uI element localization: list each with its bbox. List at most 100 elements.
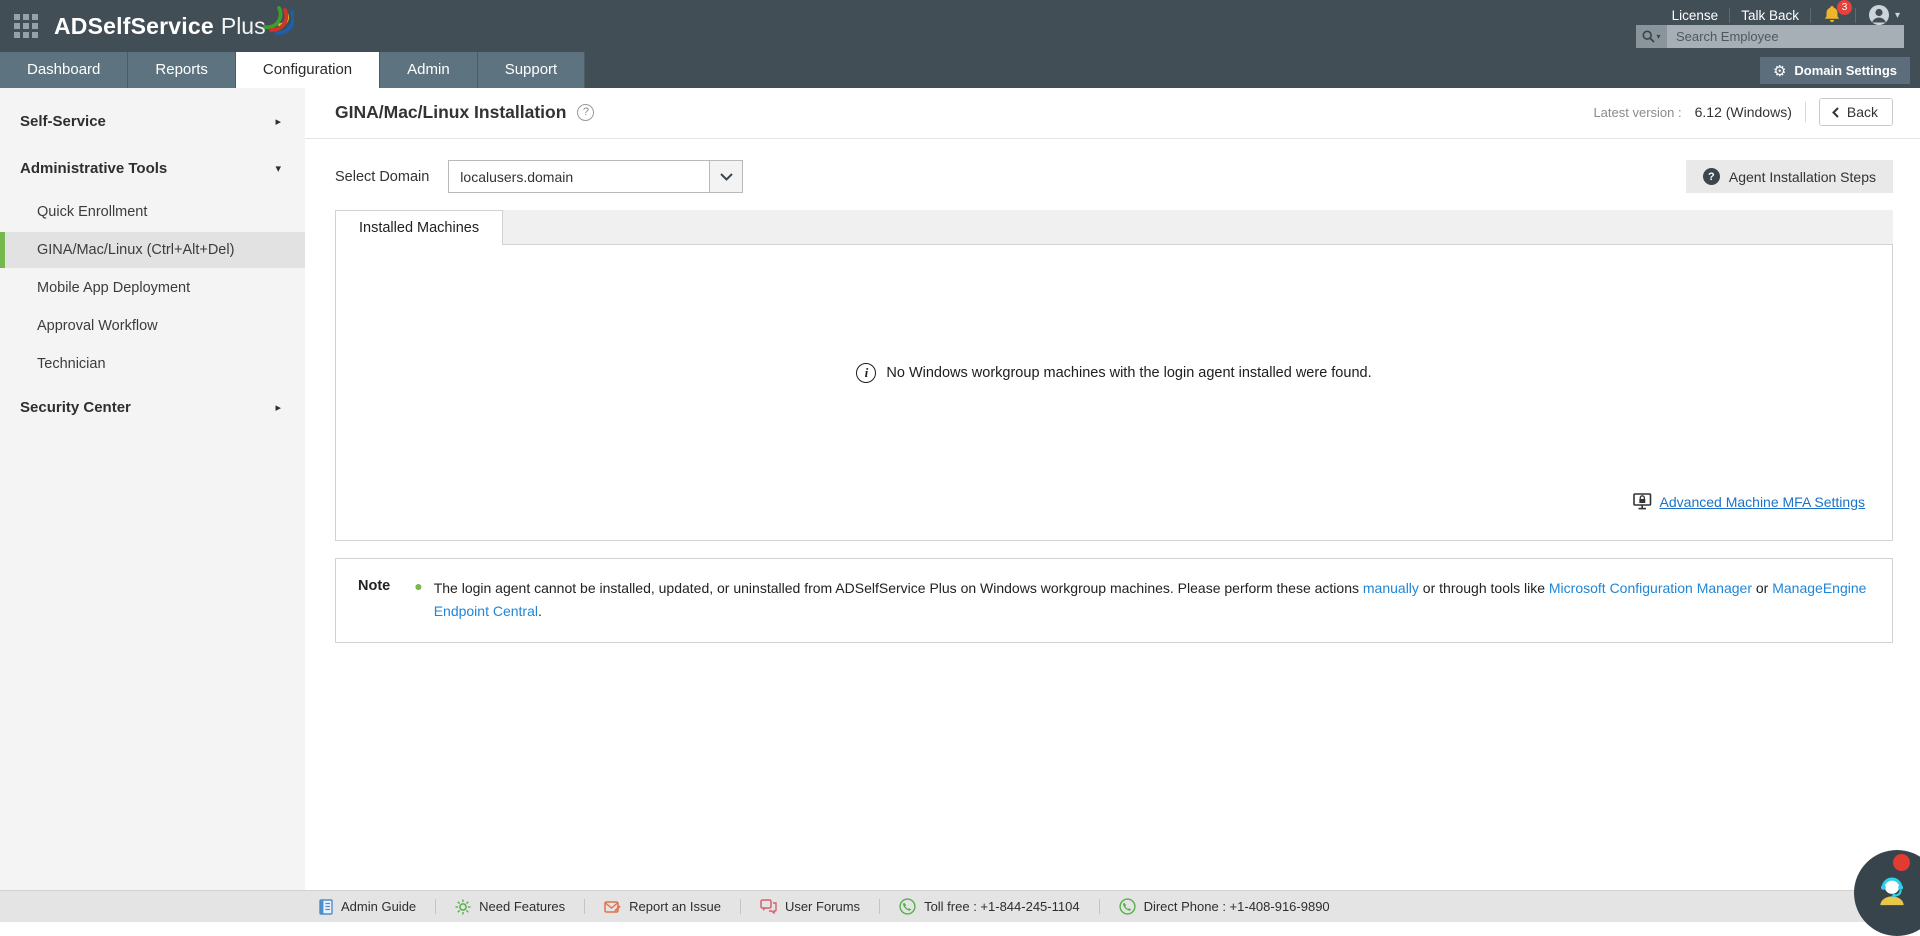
sidebar-item-label: Administrative Tools bbox=[20, 160, 167, 177]
report-issue-icon bbox=[604, 900, 621, 914]
info-icon: i bbox=[856, 363, 876, 383]
domain-select[interactable]: localusers.domain bbox=[448, 160, 743, 193]
tab-configuration[interactable]: Configuration bbox=[236, 52, 380, 88]
footer-link-label: Report an Issue bbox=[629, 899, 721, 914]
question-circle-icon: ? bbox=[1703, 168, 1720, 185]
help-icon[interactable]: ? bbox=[577, 104, 594, 121]
footer-link-label: Need Features bbox=[479, 899, 565, 914]
app-logo-suffix: Plus bbox=[221, 13, 266, 40]
installed-machines-panel: i No Windows workgroup machines with the… bbox=[335, 244, 1893, 541]
sidebar-item-technician[interactable]: Technician bbox=[0, 346, 305, 382]
avatar-icon bbox=[1867, 3, 1891, 27]
empty-state-message: i No Windows workgroup machines with the… bbox=[336, 245, 1892, 383]
divider bbox=[1810, 8, 1811, 23]
domain-settings-button[interactable]: ⚙ Domain Settings bbox=[1760, 57, 1910, 84]
version-and-back: Latest version : 6.12 (Windows) Back bbox=[1593, 98, 1893, 126]
sidebar-item-approval-workflow[interactable]: Approval Workflow bbox=[0, 308, 305, 344]
domain-select-row: Select Domain localusers.domain ? Agent … bbox=[335, 160, 1893, 193]
logo-swoosh-icon bbox=[262, 2, 294, 38]
sidebar-item-mobile-app-deployment[interactable]: Mobile App Deployment bbox=[0, 270, 305, 306]
tab-admin[interactable]: Admin bbox=[380, 52, 478, 88]
page-title-text: GINA/Mac/Linux Installation bbox=[335, 102, 566, 123]
footer-link-label: User Forums bbox=[785, 899, 860, 914]
tab-reports[interactable]: Reports bbox=[128, 52, 236, 88]
tab-dashboard[interactable]: Dashboard bbox=[0, 52, 128, 88]
chevron-down-icon: ▾ bbox=[1656, 32, 1660, 41]
footer-link-label: Direct Phone : +1-408-916-9890 bbox=[1144, 899, 1330, 914]
note-text-segment: or through tools like bbox=[1419, 580, 1549, 596]
search-scope-button[interactable]: ▾ bbox=[1636, 25, 1667, 48]
phone-icon bbox=[899, 898, 916, 915]
sidebar-item-security-center[interactable]: Security Center ▸ bbox=[0, 384, 305, 431]
bullet-icon: ● bbox=[414, 577, 422, 622]
sidebar-item-gina-mac-linux[interactable]: GINA/Mac/Linux (Ctrl+Alt+Del) bbox=[0, 232, 305, 268]
chevron-down-icon bbox=[720, 173, 733, 181]
domain-select-group: Select Domain localusers.domain bbox=[335, 160, 743, 193]
employee-search: ▾ bbox=[1636, 25, 1904, 48]
main-navigation: Dashboard Reports Configuration Admin Su… bbox=[0, 52, 1920, 88]
latest-version-value: 6.12 (Windows) bbox=[1695, 104, 1792, 120]
chevron-right-icon: ▸ bbox=[275, 115, 281, 128]
domain-settings-label: Domain Settings bbox=[1794, 63, 1897, 78]
forums-icon bbox=[760, 899, 777, 914]
search-input[interactable] bbox=[1667, 25, 1904, 48]
tab-strip: Installed Machines bbox=[335, 210, 1893, 244]
notification-count-badge: 3 bbox=[1837, 0, 1852, 15]
back-button-label: Back bbox=[1847, 104, 1878, 120]
chevron-down-icon: ▾ bbox=[1895, 10, 1900, 21]
topbar-utility-links: License Talk Back 3 ▾ bbox=[1672, 3, 1900, 27]
toll-free-phone[interactable]: Toll free : +1-844-245-1104 bbox=[880, 898, 1099, 915]
sidebar-item-self-service[interactable]: Self-Service ▸ bbox=[0, 98, 305, 145]
brand: ADSelfService Plus bbox=[14, 0, 294, 52]
sidebar-item-label: Self-Service bbox=[20, 113, 106, 130]
note-text-segment: or bbox=[1752, 580, 1772, 596]
divider bbox=[1729, 8, 1730, 23]
note-item: ● The login agent cannot be installed, u… bbox=[414, 577, 1872, 622]
app-logo-name: ADSelfService bbox=[54, 13, 214, 40]
bulb-icon bbox=[455, 899, 471, 915]
tab-support[interactable]: Support bbox=[478, 52, 586, 88]
user-menu-button[interactable]: ▾ bbox=[1867, 3, 1900, 27]
main-content: GINA/Mac/Linux Installation ? Latest ver… bbox=[305, 88, 1920, 890]
page-header-row: GINA/Mac/Linux Installation ? Latest ver… bbox=[305, 88, 1920, 139]
sidebar-item-label: Security Center bbox=[20, 399, 131, 416]
microsoft-configuration-manager-link[interactable]: Microsoft Configuration Manager bbox=[1549, 580, 1752, 596]
footer-link-label: Admin Guide bbox=[341, 899, 416, 914]
select-caret-button[interactable] bbox=[709, 161, 742, 192]
machines-tab-section: Installed Machines i No Windows workgrou… bbox=[335, 210, 1893, 541]
note-text: The login agent cannot be installed, upd… bbox=[434, 577, 1872, 622]
chevron-right-icon: ▸ bbox=[275, 401, 281, 414]
latest-version-label: Latest version : bbox=[1593, 105, 1681, 120]
top-header-bar: ADSelfService Plus License Talk Back 3 bbox=[0, 0, 1920, 52]
chevron-left-icon bbox=[1832, 107, 1839, 118]
divider bbox=[1805, 102, 1806, 122]
direct-phone[interactable]: Direct Phone : +1-408-916-9890 bbox=[1100, 898, 1349, 915]
back-button[interactable]: Back bbox=[1819, 98, 1893, 126]
phone-icon bbox=[1119, 898, 1136, 915]
need-features-link[interactable]: Need Features bbox=[436, 899, 584, 915]
domain-select-value: localusers.domain bbox=[449, 161, 709, 192]
tab-installed-machines[interactable]: Installed Machines bbox=[335, 210, 503, 245]
note-box: Note ● The login agent cannot be install… bbox=[335, 558, 1893, 643]
agent-installation-steps-button[interactable]: ? Agent Installation Steps bbox=[1686, 160, 1893, 193]
license-link[interactable]: License bbox=[1672, 8, 1719, 23]
admin-guide-link[interactable]: Admin Guide bbox=[300, 899, 435, 915]
divider bbox=[1855, 8, 1856, 23]
advanced-mfa-settings-link[interactable]: Advanced Machine MFA Settings bbox=[1633, 493, 1865, 510]
empty-state-text: No Windows workgroup machines with the l… bbox=[886, 365, 1371, 381]
sidebar-item-administrative-tools[interactable]: Administrative Tools ▾ bbox=[0, 145, 305, 192]
manually-link[interactable]: manually bbox=[1363, 580, 1419, 596]
footer-bar: Admin Guide Need Features Report an Issu… bbox=[0, 890, 1920, 922]
user-forums-link[interactable]: User Forums bbox=[741, 899, 879, 914]
page-title: GINA/Mac/Linux Installation ? bbox=[335, 102, 594, 123]
report-an-issue-link[interactable]: Report an Issue bbox=[585, 899, 740, 914]
admin-guide-icon bbox=[319, 899, 333, 915]
note-text-segment: . bbox=[538, 603, 542, 619]
notifications-button[interactable]: 3 bbox=[1822, 4, 1844, 26]
sidebar-item-quick-enrollment[interactable]: Quick Enrollment bbox=[0, 194, 305, 230]
support-agent-icon bbox=[1871, 869, 1913, 911]
advanced-mfa-settings-label: Advanced Machine MFA Settings bbox=[1660, 494, 1865, 510]
sidebar: Self-Service ▸ Administrative Tools ▾ Qu… bbox=[0, 88, 305, 890]
talk-back-link[interactable]: Talk Back bbox=[1741, 8, 1799, 23]
app-grid-icon[interactable] bbox=[14, 14, 38, 38]
